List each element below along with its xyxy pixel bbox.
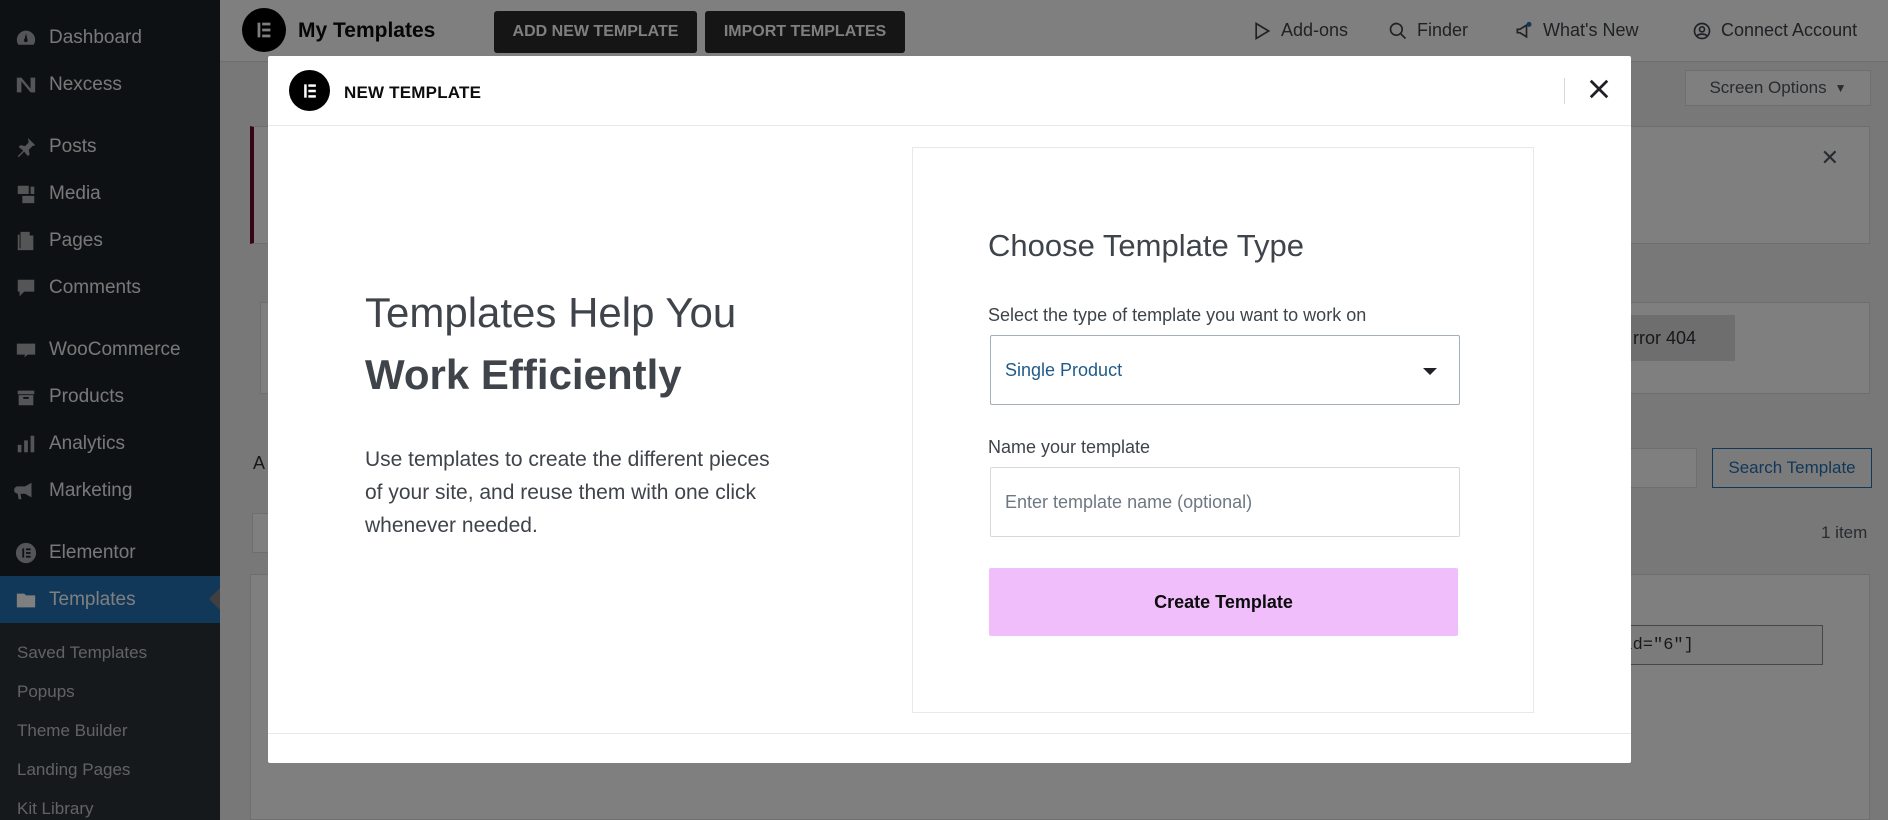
header-divider (1564, 78, 1565, 104)
intro-heading: Templates Help You Work Efficiently (365, 282, 736, 406)
new-template-modal: NEW TEMPLATE Templates Help You Work Eff… (268, 56, 1631, 763)
intro-heading-line1: Templates Help You (365, 289, 737, 336)
template-type-value: Single Product (1005, 359, 1123, 380)
form-title: Choose Template Type (988, 228, 1304, 263)
chevron-down-icon (1423, 368, 1437, 375)
template-name-label: Name your template (988, 437, 1151, 457)
close-icon (1589, 79, 1609, 99)
close-modal-button[interactable] (1584, 74, 1614, 104)
elementor-logo-icon (289, 70, 330, 111)
template-type-label: Select the type of template you want to … (988, 305, 1367, 325)
template-name-input[interactable] (990, 467, 1460, 537)
template-type-select[interactable]: Single Product (990, 335, 1460, 405)
modal-title: NEW TEMPLATE (344, 83, 482, 102)
modal-footer-divider (268, 733, 1631, 734)
modal-header: NEW TEMPLATE (268, 56, 1631, 126)
template-form-card: Choose Template Type Select the type of … (912, 147, 1534, 713)
create-template-button[interactable]: Create Template (989, 568, 1458, 636)
intro-heading-line2: Work Efficiently (365, 351, 682, 398)
intro-paragraph: Use templates to create the different pi… (365, 448, 770, 537)
